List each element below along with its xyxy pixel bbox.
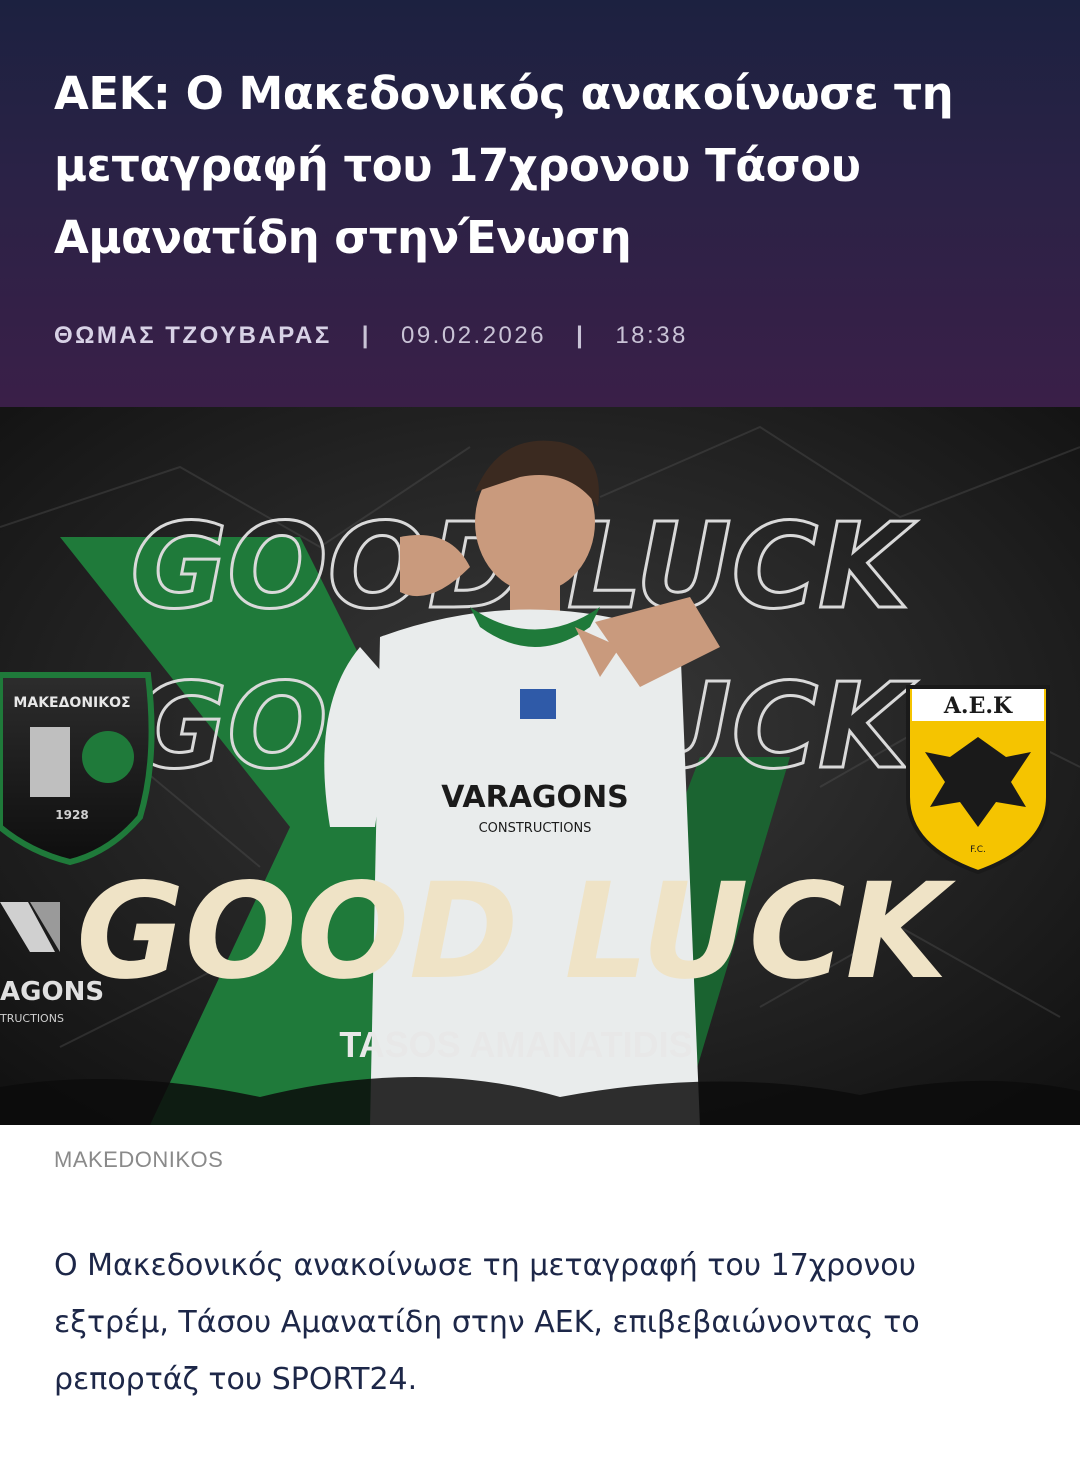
byline-separator: |	[576, 322, 586, 349]
good-luck-filled: GOOD LUCK	[76, 855, 956, 1009]
aek-crest-tag: F.C.	[970, 845, 986, 855]
article-lede: Ο Μακεδονικός ανακοίνωσε τη μεταγραφή το…	[54, 1248, 920, 1397]
publish-time: 18:38	[615, 322, 688, 349]
makedonikos-crest-year: 1928	[55, 808, 88, 822]
article-hero-image: GOOD LUCK GOOD LUCK VARAGONS CONSTRUCTIO…	[0, 407, 1080, 1125]
jersey-sponsor-name: VARAGONS	[441, 780, 629, 815]
makedonikos-crest-label: ΜΑΚΕΔΟΝΙΚΟΣ	[13, 695, 130, 711]
aek-crest-label: Α.Ε.Κ	[943, 693, 1013, 719]
article-byline: ΘΩΜΑΣ ΤΖΟΥΒΑΡΑΣ | 09.02.2026 | 18:38	[54, 322, 688, 350]
article-headline: ΑΕΚ: Ο Μακεδονικός ανακοίνωσε τη μεταγρα…	[54, 67, 954, 264]
left-sponsor-name: AGONS	[0, 977, 104, 1007]
publish-date: 09.02.2026	[400, 322, 547, 349]
jersey-sponsor-sub: CONSTRUCTIONS	[479, 821, 592, 836]
image-caption: MAKEDONIKOS	[54, 1147, 224, 1172]
player-name-caption: TASOS AMANATIDIS	[339, 1024, 692, 1065]
article-header: ΑΕΚ: Ο Μακεδονικός ανακοίνωσε τη μεταγρα…	[0, 0, 1080, 407]
left-sponsor-sub: TRUCTIONS	[0, 1012, 64, 1025]
byline-separator: |	[361, 322, 371, 349]
author-name[interactable]: ΘΩΜΑΣ ΤΖΟΥΒΑΡΑΣ	[54, 322, 332, 350]
hero-graphic: GOOD LUCK GOOD LUCK VARAGONS CONSTRUCTIO…	[0, 407, 1080, 1125]
aek-crest: Α.Ε.Κ F.C.	[906, 685, 1050, 875]
